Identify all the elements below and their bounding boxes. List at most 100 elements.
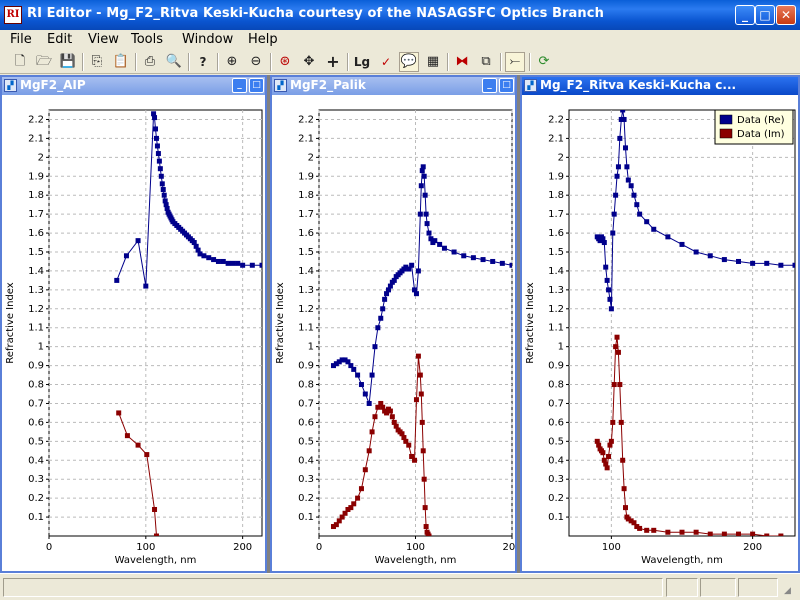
data-point[interactable] (421, 173, 427, 179)
print-icon[interactable]: ⎙ (140, 52, 160, 72)
refractive-index-chart[interactable]: 0.1 0.2 0.3 0.4 0.5 0.6 0.7 0.8 0.9 1 1.1 1.2 1.3 1.4… (2, 95, 265, 571)
data-point[interactable] (158, 173, 164, 179)
data-point[interactable] (372, 344, 378, 350)
data-point[interactable] (160, 187, 166, 193)
data-point[interactable] (211, 257, 217, 263)
data-point[interactable] (615, 349, 621, 355)
data-point[interactable] (424, 221, 430, 227)
data-point[interactable] (721, 257, 727, 263)
data-point[interactable] (601, 240, 607, 246)
child-window-mgf2-aip[interactable]: ▞ MgF2_AIP _ □ 0.1 0.2 0.3 0.4 0.5 0.6 0.7 0.8 0… (0, 75, 267, 573)
data-point[interactable] (631, 192, 637, 198)
data-point[interactable] (679, 529, 685, 535)
data-point[interactable] (366, 448, 372, 454)
data-point[interactable] (621, 116, 627, 122)
app-icon[interactable]: RI (4, 6, 22, 24)
data-point[interactable] (157, 166, 163, 172)
data-point[interactable] (135, 238, 141, 244)
data-point[interactable] (409, 262, 415, 268)
refractive-index-chart[interactable]: 0.1 0.2 0.3 0.4 0.5 0.6 0.7 0.8 0.9 1 1.1 1.2 1.3 1.4… (522, 95, 798, 571)
data-point[interactable] (617, 382, 623, 388)
zoom-out-icon[interactable]: ⊖ (246, 52, 266, 72)
data-point[interactable] (369, 429, 375, 435)
child-title-bar[interactable]: ▞ Mg_F2_Ritva Keski-Kucha c... (522, 77, 798, 95)
data-point[interactable] (621, 486, 627, 492)
data-point[interactable] (201, 253, 207, 259)
data-point[interactable] (426, 533, 432, 539)
data-point[interactable] (415, 268, 421, 274)
data-point[interactable] (143, 283, 149, 289)
data-point[interactable] (153, 126, 158, 132)
data-point[interactable] (608, 306, 614, 312)
data-point[interactable] (651, 226, 657, 232)
data-point[interactable] (644, 527, 650, 533)
data-point[interactable] (413, 397, 419, 403)
data-point[interactable] (736, 531, 741, 537)
data-point[interactable] (707, 253, 713, 259)
data-point[interactable] (358, 382, 364, 388)
data-point[interactable] (372, 414, 378, 420)
data-point[interactable] (225, 260, 231, 266)
data-point[interactable] (420, 164, 426, 170)
open-icon[interactable]: 🗁 (34, 52, 54, 72)
grid-icon[interactable]: ▦ (423, 52, 443, 72)
data-point[interactable] (600, 450, 606, 456)
data-point[interactable] (441, 245, 447, 251)
data-point[interactable] (369, 372, 375, 378)
data-point[interactable] (155, 151, 161, 157)
data-point[interactable] (707, 531, 713, 537)
data-point[interactable] (362, 391, 368, 397)
data-point[interactable] (644, 219, 650, 225)
data-point[interactable] (614, 334, 620, 340)
data-point[interactable] (603, 264, 609, 270)
child-minimize-button[interactable]: _ (232, 78, 247, 93)
data-point[interactable] (420, 448, 426, 454)
data-point[interactable] (608, 438, 614, 444)
data-point[interactable] (750, 260, 756, 266)
menu-edit[interactable]: Edit (47, 32, 72, 47)
data-point[interactable] (406, 442, 412, 448)
data-point[interactable] (611, 382, 617, 388)
data-point[interactable] (362, 467, 368, 473)
data-point[interactable] (351, 366, 357, 372)
data-point[interactable] (378, 315, 384, 321)
data-point[interactable] (736, 258, 741, 264)
data-point[interactable] (206, 255, 212, 261)
zoom-box-icon[interactable]: ⊛ (275, 52, 295, 72)
menu-help[interactable]: Help (248, 32, 278, 47)
marker-icon[interactable]: ⧓ (452, 52, 472, 72)
data-point[interactable] (152, 115, 158, 121)
data-point[interactable] (613, 344, 619, 350)
child-maximize-button[interactable]: □ (499, 78, 514, 93)
data-point[interactable] (124, 433, 130, 439)
data-point[interactable] (610, 230, 616, 236)
data-point[interactable] (764, 533, 770, 539)
data-point[interactable] (220, 258, 226, 264)
data-point[interactable] (417, 372, 423, 378)
data-point[interactable] (792, 262, 798, 268)
data-point[interactable] (628, 183, 634, 189)
data-point[interactable] (665, 529, 671, 535)
data-point[interactable] (651, 527, 657, 533)
data-point[interactable] (618, 419, 624, 425)
data-point[interactable] (480, 257, 486, 263)
check-icon[interactable]: ✓ (376, 52, 396, 72)
data-point[interactable] (614, 173, 620, 179)
data-point[interactable] (366, 400, 372, 406)
data-point[interactable] (235, 260, 241, 266)
data-point[interactable] (637, 525, 643, 531)
data-point[interactable] (613, 192, 619, 198)
data-point[interactable] (693, 529, 699, 535)
data-point[interactable] (679, 241, 685, 247)
save-icon[interactable]: 💾 (58, 52, 78, 72)
data-point[interactable] (778, 262, 784, 268)
close-button[interactable]: ✕ (776, 5, 796, 25)
data-point[interactable] (249, 262, 255, 268)
data-point[interactable] (355, 495, 361, 501)
data-point[interactable] (617, 135, 623, 141)
data-point[interactable] (490, 258, 496, 264)
data-point[interactable] (417, 211, 423, 217)
data-point[interactable] (413, 291, 419, 297)
data-point[interactable] (426, 230, 432, 236)
data-point[interactable] (161, 192, 167, 198)
